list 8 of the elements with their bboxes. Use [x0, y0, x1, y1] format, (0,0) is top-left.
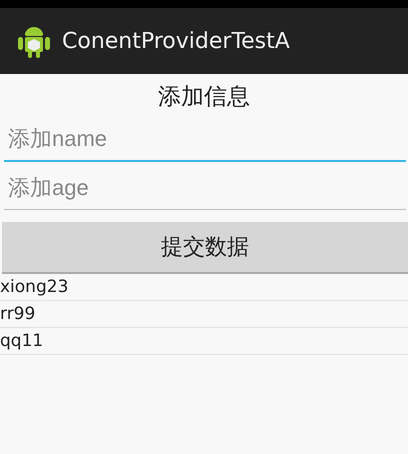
list-item[interactable]: qq11: [0, 328, 408, 355]
list-item[interactable]: rr99: [0, 301, 408, 328]
submit-button[interactable]: 提交数据: [2, 222, 408, 274]
input-field[interactable]: 添加name: [4, 118, 406, 162]
list-item[interactable]: xiong23: [0, 274, 408, 301]
app-title: ConentProviderTestA: [62, 28, 290, 54]
input-field[interactable]: 添加age: [4, 166, 406, 210]
heading: 添加信息: [157, 83, 251, 112]
